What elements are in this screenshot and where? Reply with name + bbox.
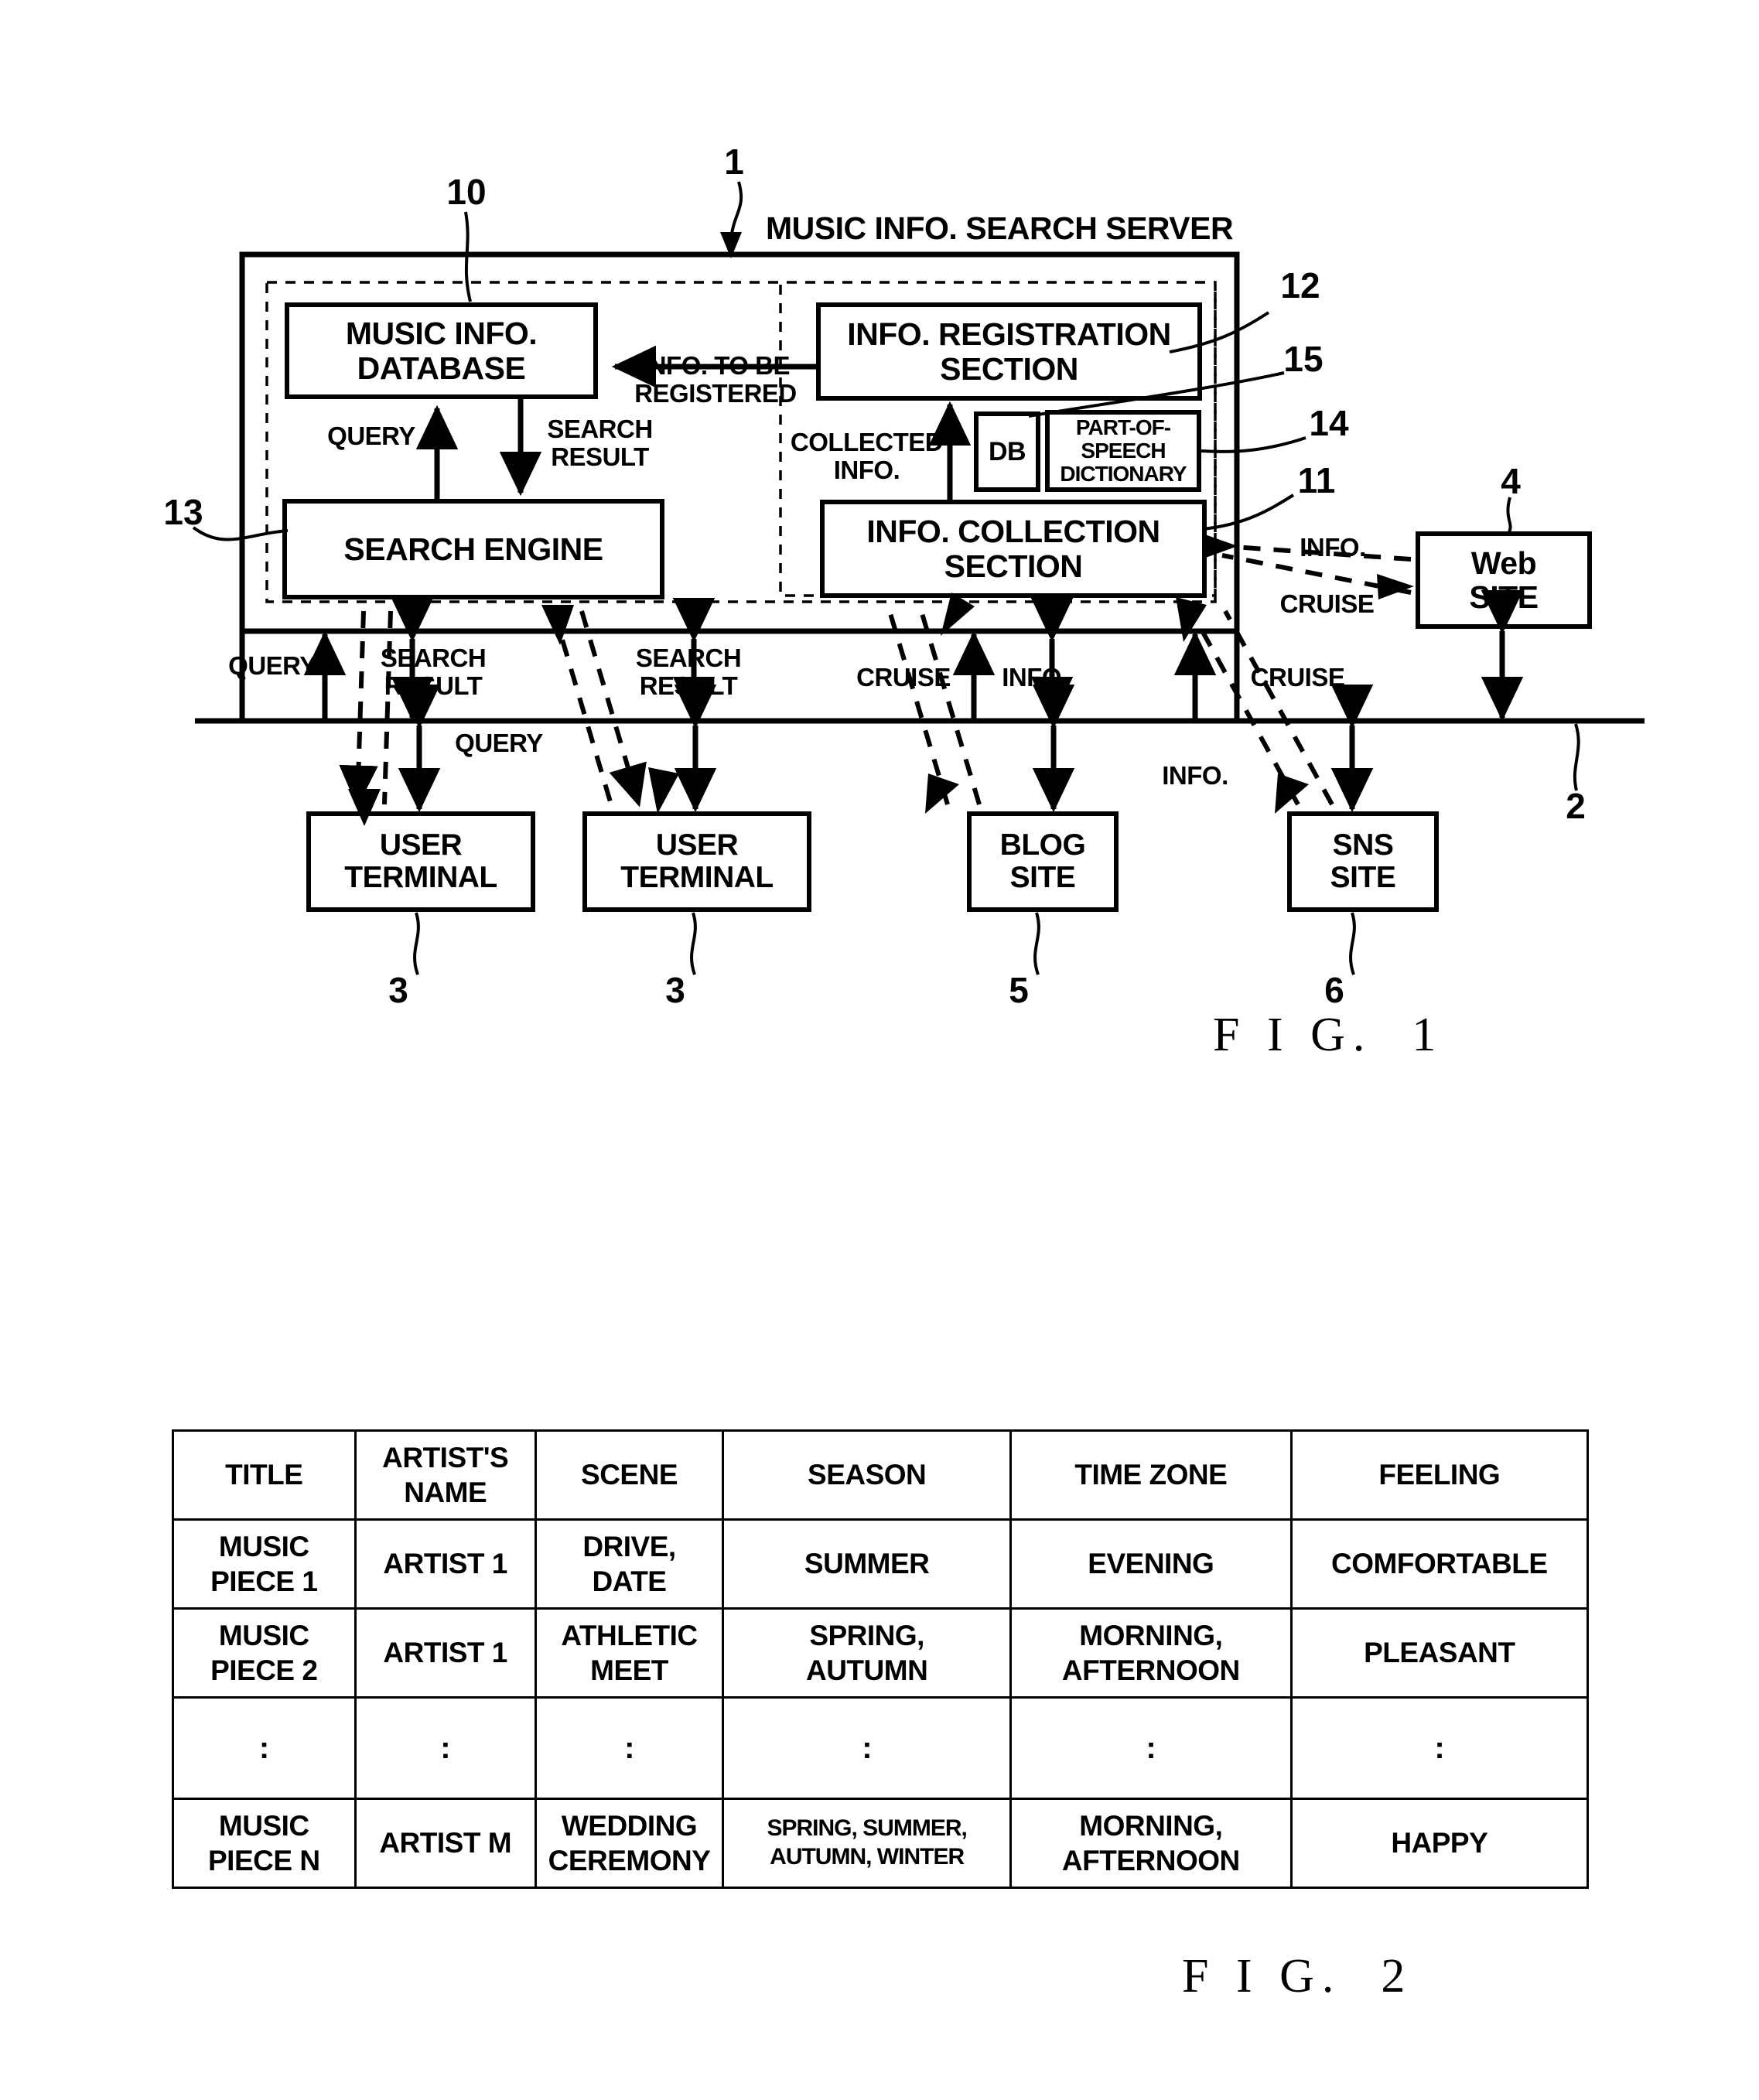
table-row: MUSIC PIECE N ARTIST M WEDDING CEREMONY SP… bbox=[172, 1798, 1590, 1889]
ref-number-server: 1 bbox=[724, 142, 744, 182]
ref-number-music-info-database: 10 bbox=[446, 172, 487, 212]
edge-label-search-result-net-left: SEARCH RESULT bbox=[380, 644, 487, 700]
info-registration-section-box-label: INFO. REGISTRATION SECTION bbox=[847, 316, 1171, 387]
blog-site-box-label: BLOG SITE bbox=[999, 828, 1086, 894]
table-header-title: TITLE bbox=[172, 1429, 357, 1521]
ref-number-info-collection-section: 11 bbox=[1297, 460, 1336, 500]
edge-label-cruise-blog: CRUISE bbox=[856, 663, 951, 691]
cell-season: SPRING, SUMMER, AUTUMN, WINTER bbox=[722, 1798, 1013, 1889]
table-header-season: SEASON bbox=[722, 1429, 1013, 1521]
ref-number-search-engine: 13 bbox=[163, 492, 203, 532]
cell-feeling: COMFORTABLE bbox=[1289, 1518, 1590, 1610]
table-header-scene: SCENE bbox=[534, 1429, 725, 1521]
table-header-artist-name: ARTIST'S NAME bbox=[354, 1429, 537, 1521]
edge-label-cruise-web: CRUISE bbox=[1279, 589, 1375, 618]
edge-label-collected-info: COLLECTED INFO. bbox=[790, 428, 944, 484]
music-info-database-box-label: MUSIC INFO. DATABASE bbox=[345, 316, 538, 386]
figure1-caption: F I G. 1 bbox=[1213, 1009, 1444, 1061]
ref-number-db: 15 bbox=[1283, 339, 1324, 379]
cell-scene: ATHLETIC MEET bbox=[534, 1607, 725, 1699]
ref-number-info-registration-section: 12 bbox=[1280, 265, 1320, 306]
cell-feeling: PLEASANT bbox=[1289, 1607, 1590, 1699]
edge-label-info-web: INFO. bbox=[1300, 533, 1366, 562]
cell-title: : bbox=[172, 1696, 357, 1800]
cell-feeling: HAPPY bbox=[1289, 1798, 1590, 1889]
edge-label-query-db: QUERY bbox=[327, 422, 415, 450]
edge-label-query-net-mid: QUERY bbox=[455, 729, 543, 757]
cell-feeling: : bbox=[1289, 1696, 1590, 1800]
music-info-table: TITLE ARTIST'S NAME SCENE SEASON TIME ZON… bbox=[172, 1429, 1590, 1889]
cell-artist: ARTIST 1 bbox=[354, 1607, 537, 1699]
web-site-box-label: Web SITE bbox=[1469, 545, 1539, 615]
cell-artist: ARTIST M bbox=[354, 1798, 537, 1889]
search-engine-box-label: SEARCH ENGINE bbox=[343, 531, 603, 567]
ref-number-user-terminal-a: 3 bbox=[388, 970, 408, 1010]
cell-scene: : bbox=[534, 1696, 725, 1800]
table-row-ellipsis: : : : : : : bbox=[172, 1696, 1590, 1800]
cell-time-zone: MORNING, AFTERNOON bbox=[1009, 1607, 1293, 1699]
user-terminal-b-box-label: USER TERMINAL bbox=[620, 828, 774, 894]
edge-label-info-blog: INFO. bbox=[1002, 663, 1068, 691]
cell-time-zone: : bbox=[1009, 1696, 1293, 1800]
db-box-label: DB bbox=[988, 436, 1026, 466]
edge-label-query-net-left: QUERY bbox=[228, 651, 316, 680]
cell-artist: ARTIST 1 bbox=[354, 1518, 537, 1610]
edge-label-cruise-sns: CRUISE bbox=[1250, 663, 1345, 691]
table-header-feeling: FEELING bbox=[1289, 1429, 1590, 1521]
cell-time-zone: MORNING, AFTERNOON bbox=[1009, 1798, 1293, 1889]
table-row: MUSIC PIECE 2 ARTIST 1 ATHLETIC MEET SPRIN… bbox=[172, 1607, 1590, 1699]
ref-number-part-of-speech-dictionary: 14 bbox=[1309, 403, 1349, 443]
cell-time-zone: EVENING bbox=[1009, 1518, 1293, 1610]
info-collection-section-box-label: INFO. COLLECTION SECTION bbox=[866, 514, 1160, 584]
patent-figure-page: MUSIC INFO. SEARCH SERVER MUSIC INFO. DAT… bbox=[0, 0, 1759, 2100]
edge-label-info-sns: INFO. bbox=[1162, 761, 1228, 790]
ref-number-blog-site: 5 bbox=[1009, 970, 1029, 1010]
cell-artist: : bbox=[354, 1696, 537, 1800]
edge-label-search-result-net-mid: SEARCH RESULT bbox=[635, 644, 742, 700]
edge-label-info-to-be-registered: INFO. TO BE REGISTERED bbox=[634, 351, 797, 408]
edge-label-search-result-db: SEARCH RESULT bbox=[547, 415, 653, 471]
cell-scene: DRIVE, DATE bbox=[534, 1518, 725, 1610]
ref-number-network: 2 bbox=[1566, 786, 1586, 826]
ref-number-web-site: 4 bbox=[1501, 461, 1521, 501]
figure2-caption: F I G. 2 bbox=[1182, 1950, 1413, 2003]
sns-site-box-label: SNS SITE bbox=[1330, 828, 1396, 894]
table-header-time-zone: TIME ZONE bbox=[1009, 1429, 1293, 1521]
cell-title: MUSIC PIECE 1 bbox=[172, 1518, 357, 1610]
table-row: MUSIC PIECE 1 ARTIST 1 DRIVE, DATE SUMMER … bbox=[172, 1518, 1590, 1610]
part-of-speech-dictionary-box-label: PART-OF- SPEECH DICTIONARY bbox=[1060, 415, 1187, 487]
server-title: MUSIC INFO. SEARCH SERVER bbox=[766, 210, 1234, 246]
cell-season: SUMMER bbox=[722, 1518, 1013, 1610]
cell-scene: WEDDING CEREMONY bbox=[534, 1798, 725, 1889]
cell-title: MUSIC PIECE N bbox=[172, 1798, 357, 1889]
cell-season: : bbox=[722, 1696, 1013, 1800]
ref-number-user-terminal-b: 3 bbox=[665, 970, 685, 1010]
user-terminal-a-box-label: USER TERMINAL bbox=[344, 828, 497, 894]
cell-season: SPRING, AUTUMN bbox=[722, 1607, 1013, 1699]
cell-title: MUSIC PIECE 2 bbox=[172, 1607, 357, 1699]
ref-number-sns-site: 6 bbox=[1324, 970, 1344, 1010]
table-header-row: TITLE ARTIST'S NAME SCENE SEASON TIME ZON… bbox=[172, 1429, 1590, 1521]
